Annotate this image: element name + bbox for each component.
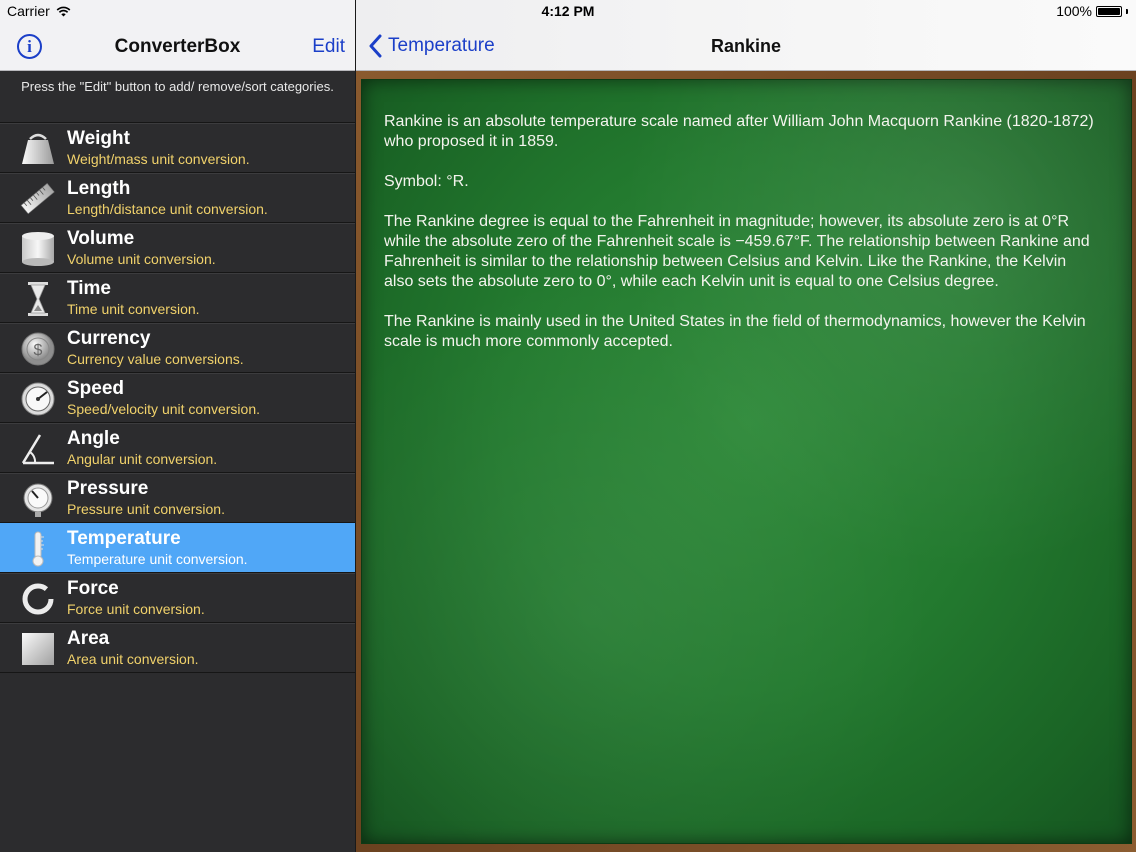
category-angle[interactable]: Angle Angular unit conversion. bbox=[0, 423, 355, 473]
category-title: Volume bbox=[67, 228, 135, 249]
split-divider bbox=[355, 0, 356, 852]
category-title: Currency bbox=[67, 328, 151, 349]
weight-icon bbox=[20, 131, 56, 167]
thermometer-icon bbox=[20, 531, 56, 567]
speedometer-icon bbox=[20, 381, 56, 417]
force-ring-icon bbox=[20, 581, 56, 617]
page-title: Rankine bbox=[710, 36, 782, 56]
battery-percent: 100% bbox=[1056, 3, 1092, 19]
square-icon bbox=[20, 631, 56, 667]
battery-icon bbox=[1096, 5, 1122, 17]
ruler-icon bbox=[20, 181, 56, 217]
hourglass-icon bbox=[20, 281, 56, 317]
category-time[interactable]: Time Time unit conversion. bbox=[0, 273, 355, 323]
cylinder-icon bbox=[20, 231, 56, 267]
category-title: Time bbox=[67, 278, 112, 299]
description-paragraph: Symbol: °R. bbox=[384, 173, 469, 190]
svg-text:$: $ bbox=[34, 342, 43, 359]
category-length[interactable]: Length Length/distance unit conversion. bbox=[0, 173, 355, 223]
category-speed[interactable]: Speed Speed/velocity unit conversion. bbox=[0, 373, 355, 423]
category-subtitle: Area unit conversion. bbox=[67, 651, 199, 667]
category-subtitle: Weight/mass unit conversion. bbox=[67, 151, 250, 167]
chalkboard: Rankine is an absolute temperature scale… bbox=[361, 79, 1132, 844]
sidebar: Press the "Edit" button to add/ remove/s… bbox=[0, 71, 355, 852]
category-pressure[interactable]: Pressure Pressure unit conversion. bbox=[0, 473, 355, 523]
category-title: Temperature bbox=[67, 528, 181, 549]
category-title: Weight bbox=[67, 128, 130, 149]
category-volume[interactable]: Volume Volume unit conversion. bbox=[0, 223, 355, 273]
category-weight[interactable]: Weight Weight/mass unit conversion. bbox=[0, 123, 355, 173]
edit-hint: Press the "Edit" button to add/ remove/s… bbox=[0, 71, 355, 123]
category-subtitle: Angular unit conversion. bbox=[67, 451, 218, 467]
category-subtitle: Speed/velocity unit conversion. bbox=[67, 401, 260, 417]
category-subtitle: Pressure unit conversion. bbox=[67, 501, 225, 517]
category-title: Speed bbox=[67, 378, 125, 399]
description-paragraph: The Rankine is mainly used in the United… bbox=[384, 313, 1086, 350]
pressure-gauge-icon bbox=[20, 481, 56, 517]
category-title: Force bbox=[67, 578, 119, 599]
category-force[interactable]: Force Force unit conversion. bbox=[0, 573, 355, 623]
category-subtitle: Time unit conversion. bbox=[67, 301, 200, 317]
battery-indicator: 100% bbox=[1056, 3, 1128, 19]
status-bar: Carrier 4:12 PM 100% bbox=[0, 0, 1136, 22]
category-subtitle: Force unit conversion. bbox=[67, 601, 205, 617]
description-text: Rankine is an absolute temperature scale… bbox=[384, 112, 1094, 372]
category-area[interactable]: Area Area unit conversion. bbox=[0, 623, 355, 673]
coin-icon: $ bbox=[20, 331, 56, 367]
category-temperature[interactable]: Temperature Temperature unit conversion. bbox=[0, 523, 355, 573]
chalkboard-frame: Rankine is an absolute temperature scale… bbox=[356, 71, 1136, 852]
edit-button[interactable]: Edit bbox=[312, 36, 345, 58]
description-paragraph: Rankine is an absolute temperature scale… bbox=[384, 113, 1094, 150]
category-subtitle: Temperature unit conversion. bbox=[67, 551, 248, 567]
category-title: Angle bbox=[67, 428, 120, 449]
category-title: Area bbox=[67, 628, 110, 649]
category-subtitle: Length/distance unit conversion. bbox=[67, 201, 268, 217]
description-paragraph: The Rankine degree is equal to the Fahre… bbox=[384, 213, 1090, 290]
category-subtitle: Volume unit conversion. bbox=[67, 251, 216, 267]
category-title: Pressure bbox=[67, 478, 149, 499]
clock: 4:12 PM bbox=[541, 3, 595, 19]
angle-icon bbox=[20, 431, 56, 467]
category-currency[interactable]: $ Currency Currency value conversions. bbox=[0, 323, 355, 373]
category-subtitle: Currency value conversions. bbox=[67, 351, 244, 367]
category-title: Length bbox=[67, 178, 131, 199]
app-title: ConverterBox bbox=[114, 36, 241, 57]
